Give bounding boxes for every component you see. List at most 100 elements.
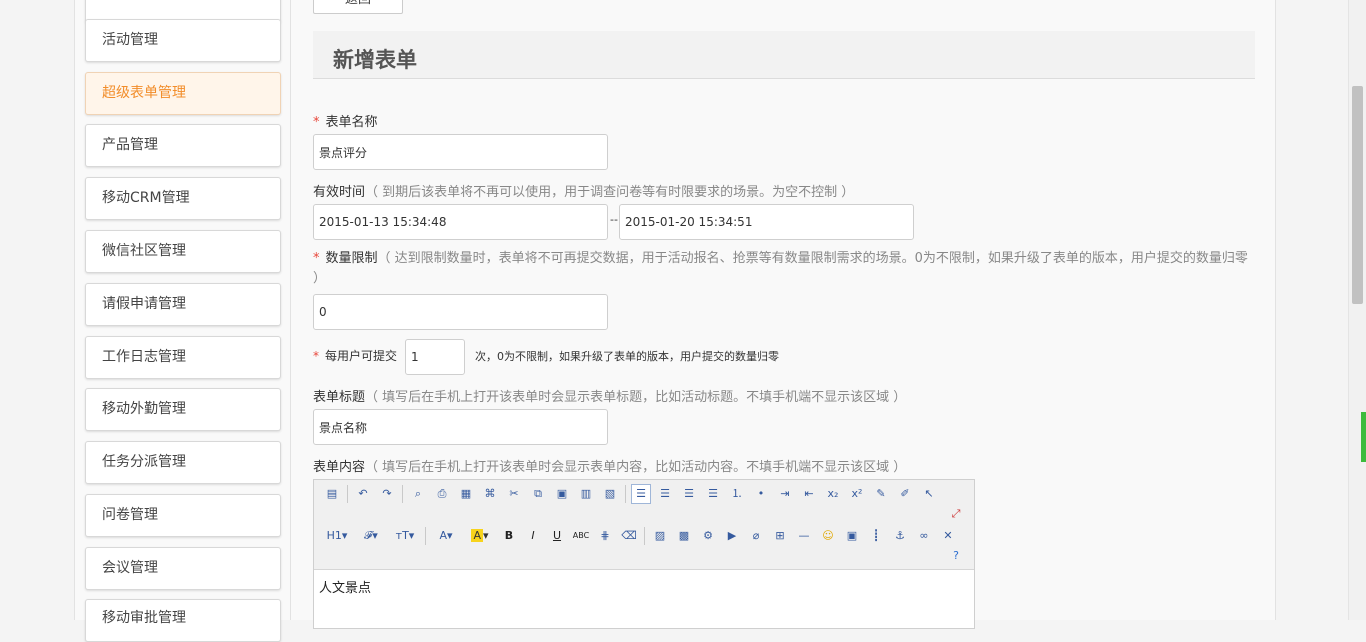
required-mark: * <box>313 349 319 363</box>
table-icon[interactable]: ⊞ <box>770 526 790 546</box>
help-icon[interactable]: ? <box>946 546 966 566</box>
font-family-icon[interactable]: 𝓕▾ <box>356 526 386 546</box>
copy-icon[interactable]: ⧉ <box>528 484 548 504</box>
side-widget-tab[interactable] <box>1361 412 1366 462</box>
sidebar-item-activity[interactable]: 活动管理 <box>85 19 281 62</box>
map-icon[interactable]: ▣ <box>842 526 862 546</box>
source-icon[interactable]: ▤ <box>322 484 342 504</box>
sidebar-item-leave-request[interactable]: 请假申请管理 <box>85 283 281 326</box>
outdent-icon[interactable]: ⇤ <box>799 484 819 504</box>
redo-icon[interactable]: ↷ <box>377 484 397 504</box>
valid-time-label: 有效时间（ 到期后该表单将不再可以使用，用于调查问卷等有时限要求的场景。为空不控… <box>313 185 855 200</box>
preview-icon[interactable]: ⌕ <box>408 484 428 504</box>
sidebar-item-wechat-community[interactable]: 微信社区管理 <box>85 230 281 273</box>
select-all-icon[interactable]: ✐ <box>895 484 915 504</box>
toolbar-separator <box>425 527 426 545</box>
form-name-input[interactable] <box>313 134 608 170</box>
editor-content[interactable]: 人文景点 <box>319 577 371 596</box>
per-user-label: * 每用户可提交 <box>313 349 398 363</box>
font-size-icon[interactable]: тT▾ <box>390 526 420 546</box>
unordered-list-icon[interactable]: • <box>751 484 771 504</box>
back-button[interactable]: 返回 <box>313 0 403 14</box>
sidebar-item-questionnaire[interactable]: 问卷管理 <box>85 494 281 537</box>
link-icon[interactable]: ∞ <box>914 526 934 546</box>
form-name-label: * 表单名称 <box>313 115 378 130</box>
section-header: 新增表单 <box>313 31 1255 79</box>
end-time-input[interactable] <box>619 204 914 240</box>
rich-text-editor[interactable]: ▤ ↶ ↷ ⌕ ⎙ ▦ ⌘ ✂ ⧉ ▣ ▥ ▧ ☰ ☰ ☰ ☰ ⒈ • ⇥ ⇤ … <box>313 479 975 629</box>
quantity-limit-input[interactable] <box>313 294 608 330</box>
highlight-icon[interactable]: A ▾ <box>465 526 495 546</box>
per-user-input[interactable] <box>405 339 465 375</box>
paste-text-icon[interactable]: ▥ <box>576 484 596 504</box>
emoticon-icon[interactable]: ☺ <box>818 526 838 546</box>
anchor-icon[interactable]: ⚓ <box>890 526 910 546</box>
toolbar-separator <box>625 485 626 503</box>
bold-icon[interactable]: B <box>499 526 519 546</box>
toolbar-row-1: ▤ ↶ ↷ ⌕ ⎙ ▦ ⌘ ✂ ⧉ ▣ ▥ ▧ ☰ ☰ ☰ ☰ ⒈ • ⇥ ⇤ … <box>322 483 943 505</box>
required-mark: * <box>313 251 320 266</box>
superscript-icon[interactable]: x² <box>847 484 867 504</box>
toolbar-row-2: H1▾ 𝓕▾ тT▾ A▾ A ▾ B I U ABC ⋕ ⌫ ▨ ▩ ⚙ ▶ … <box>322 525 962 547</box>
underline-icon[interactable]: U <box>547 526 567 546</box>
page-wrapper: 活动管理 超级表单管理 产品管理 移动CRM管理 微信社区管理 请假申请管理 工… <box>74 0 1276 642</box>
main-content: 返回 新增表单 *表单名称 有效时间（ 到期后该表单将不再可以使用，用于调查问卷… <box>313 0 1255 629</box>
hr-icon[interactable]: — <box>794 526 814 546</box>
subscript-icon[interactable]: x₂ <box>823 484 843 504</box>
sidebar-item-task-dispatch[interactable]: 任务分派管理 <box>85 441 281 484</box>
toolbar-separator <box>347 485 348 503</box>
start-time-input[interactable] <box>313 204 608 240</box>
fullscreen-icon[interactable]: ⤢ <box>946 504 966 524</box>
toolbar-separator <box>644 527 645 545</box>
quantity-limit-hint: （ 达到限制数量时，表单将不可再提交数据，用于活动报名、抢票等有数量限制需求的场… <box>313 251 1248 286</box>
flash-icon[interactable]: ⚙ <box>698 526 718 546</box>
paste-icon[interactable]: ▣ <box>552 484 572 504</box>
align-left-icon[interactable]: ☰ <box>631 484 651 504</box>
sidebar-item-meeting[interactable]: 会议管理 <box>85 547 281 590</box>
toolbar-separator <box>402 485 403 503</box>
cursor-icon[interactable]: ↖ <box>919 484 939 504</box>
strikethrough-icon[interactable]: ABC <box>571 526 591 546</box>
unlink-icon[interactable]: ✕ <box>938 526 958 546</box>
align-center-icon[interactable]: ☰ <box>655 484 675 504</box>
sidebar-item-work-log[interactable]: 工作日志管理 <box>85 336 281 379</box>
justify-icon[interactable]: ☰ <box>703 484 723 504</box>
line-height-icon[interactable]: ⋕ <box>595 526 615 546</box>
heading-icon[interactable]: H1▾ <box>322 526 352 546</box>
attach-icon[interactable]: ⌀ <box>746 526 766 546</box>
paste-word-icon[interactable]: ▧ <box>600 484 620 504</box>
required-mark: * <box>313 115 320 130</box>
time-separator: -- <box>610 213 618 226</box>
scrollbar-thumb[interactable] <box>1352 86 1363 304</box>
editor-toolbar: ▤ ↶ ↷ ⌕ ⎙ ▦ ⌘ ✂ ⧉ ▣ ▥ ▧ ☰ ☰ ☰ ☰ ⒈ • ⇥ ⇤ … <box>314 480 974 570</box>
page-title: 新增表单 <box>333 48 417 72</box>
media-icon[interactable]: ▶ <box>722 526 742 546</box>
cut-icon[interactable]: ✂ <box>504 484 524 504</box>
sidebar-item-super-form[interactable]: 超级表单管理 <box>85 72 281 115</box>
sidebar-item-product[interactable]: 产品管理 <box>85 124 281 167</box>
undo-icon[interactable]: ↶ <box>353 484 373 504</box>
clear-format-icon[interactable]: ✎ <box>871 484 891 504</box>
pagebreak-icon[interactable]: ┋ <box>866 526 886 546</box>
form-content-label: 表单内容（ 填写后在手机上打开该表单时会显示表单内容，比如活动内容。不填手机端不… <box>313 460 907 475</box>
ordered-list-icon[interactable]: ⒈ <box>727 484 747 504</box>
print-icon[interactable]: ⎙ <box>432 484 452 504</box>
align-right-icon[interactable]: ☰ <box>679 484 699 504</box>
code-icon[interactable]: ⌘ <box>480 484 500 504</box>
sidebar-item-mobile-crm[interactable]: 移动CRM管理 <box>85 177 281 220</box>
form-title-input[interactable] <box>313 409 608 445</box>
sidebar-item-mobile-approval[interactable]: 移动审批管理 <box>85 599 281 642</box>
remove-format-icon[interactable]: ⌫ <box>619 526 639 546</box>
sidebar-item-field-work[interactable]: 移动外勤管理 <box>85 388 281 431</box>
form-content-hint: （ 填写后在手机上打开该表单时会显示表单内容，比如活动内容。不填手机端不显示该区… <box>365 460 907 475</box>
template-icon[interactable]: ▦ <box>456 484 476 504</box>
font-color-icon[interactable]: A▾ <box>431 526 461 546</box>
image-icon[interactable]: ▨ <box>650 526 670 546</box>
italic-icon[interactable]: I <box>523 526 543 546</box>
sidebar: 活动管理 超级表单管理 产品管理 移动CRM管理 微信社区管理 请假申请管理 工… <box>75 0 291 642</box>
per-user-suffix: 次，0为不限制，如果升级了表单的版本，用户提交的数量归零 <box>475 350 779 363</box>
scrollbar[interactable] <box>1348 0 1366 620</box>
multi-image-icon[interactable]: ▩ <box>674 526 694 546</box>
valid-time-hint: （ 到期后该表单将不再可以使用，用于调查问卷等有时限要求的场景。为空不控制 ） <box>365 185 855 200</box>
indent-icon[interactable]: ⇥ <box>775 484 795 504</box>
